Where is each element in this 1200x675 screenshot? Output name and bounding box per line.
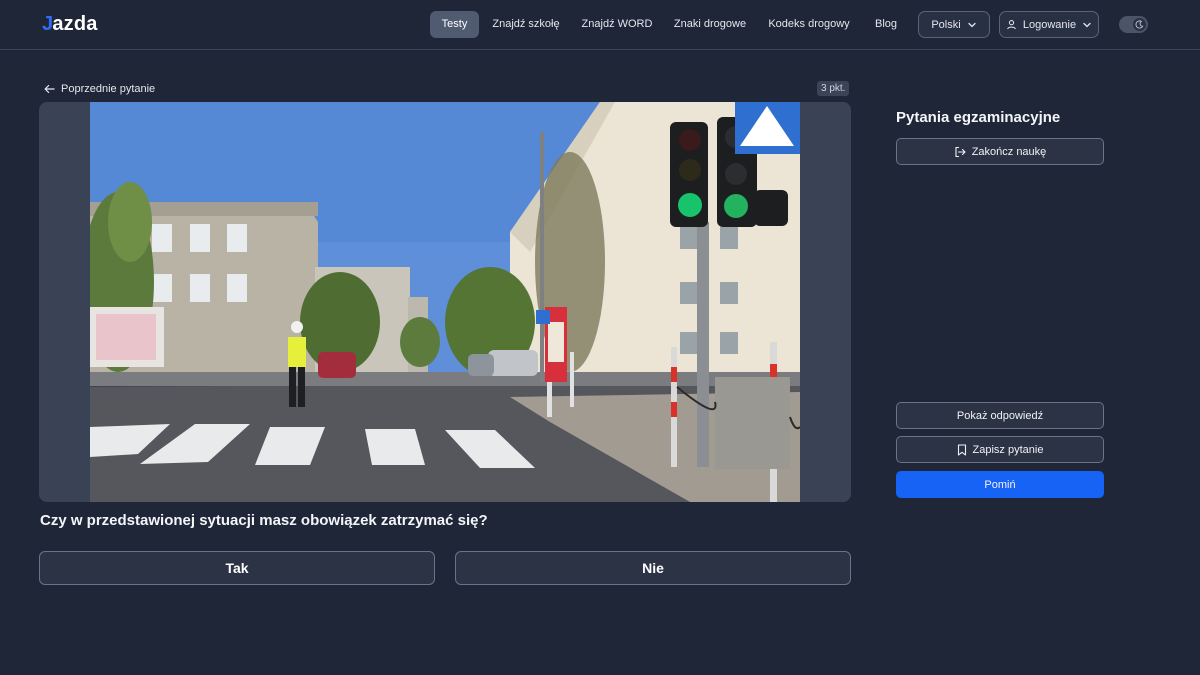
points-badge: 3 pkt. xyxy=(817,81,850,96)
skip-label: Pomiń xyxy=(984,478,1016,491)
login-label: Logowanie xyxy=(1022,18,1077,31)
show-answer-label: Pokaż odpowiedź xyxy=(956,409,1044,422)
theme-toggle[interactable] xyxy=(1119,16,1148,33)
language-label: Polski xyxy=(931,18,961,31)
previous-question-link[interactable]: Poprzednie pytanie xyxy=(44,81,155,97)
logo-text: azda xyxy=(52,12,98,35)
language-select[interactable]: Polski xyxy=(918,11,990,38)
top-navbar: J azda Testy Znajdź szkołę Znajdź WORD Z… xyxy=(0,0,1200,50)
nav-item-kodeks-drogowy[interactable]: Kodeks drogowy xyxy=(764,11,854,38)
nav-item-znajdz-word[interactable]: Znajdź WORD xyxy=(578,11,656,38)
logo[interactable]: J azda xyxy=(42,12,98,36)
traffic-scene-image xyxy=(90,102,800,502)
skip-button[interactable]: Pomiń xyxy=(896,471,1104,498)
moon-icon xyxy=(1133,18,1146,31)
save-question-button[interactable]: Zapisz pytanie xyxy=(896,436,1104,463)
bookmark-icon xyxy=(957,443,967,456)
logout-icon xyxy=(954,146,966,158)
arrow-left-icon xyxy=(44,84,55,94)
login-button[interactable]: Logowanie xyxy=(999,11,1099,38)
end-learning-label: Zakończ naukę xyxy=(971,145,1047,158)
nav-item-znaki-drogowe[interactable]: Znaki drogowe xyxy=(670,11,750,38)
panel-title: Pytania egzaminacyjne xyxy=(896,109,1061,126)
answer-no-button[interactable]: Nie xyxy=(455,551,851,585)
save-question-label: Zapisz pytanie xyxy=(972,443,1044,456)
question-text: Czy w przedstawionej sytuacji masz obowi… xyxy=(40,512,488,529)
show-answer-button[interactable]: Pokaż odpowiedź xyxy=(896,402,1104,429)
nav-item-testy[interactable]: Testy xyxy=(430,11,479,38)
previous-question-label: Poprzednie pytanie xyxy=(61,83,156,95)
chevron-down-icon xyxy=(1082,20,1092,30)
end-learning-button[interactable]: Zakończ naukę xyxy=(896,138,1104,165)
question-image-frame xyxy=(39,102,851,502)
chevron-down-icon xyxy=(967,20,977,30)
answer-yes-button[interactable]: Tak xyxy=(39,551,435,585)
nav-item-blog[interactable]: Blog xyxy=(868,11,904,38)
user-icon xyxy=(1006,19,1017,30)
nav-item-znajdz-szkole[interactable]: Znajdź szkołę xyxy=(488,11,564,38)
